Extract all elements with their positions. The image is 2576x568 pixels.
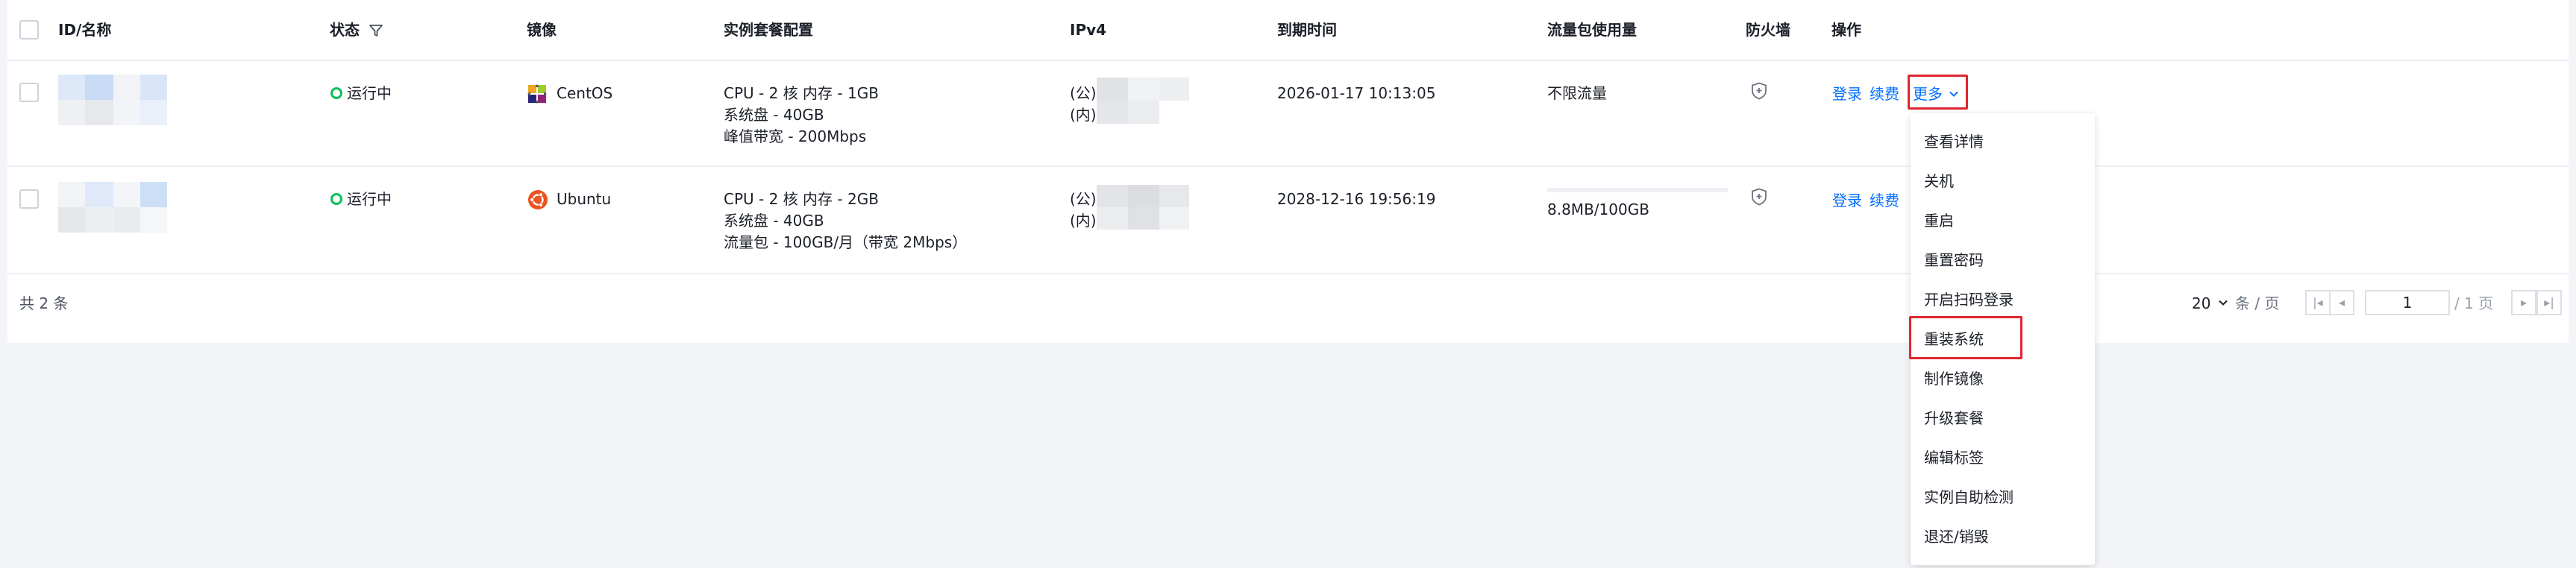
- menu-item-create-image[interactable]: 制作镜像: [1924, 369, 1984, 388]
- menu-item-edit-tags[interactable]: 编辑标签: [1924, 448, 1984, 467]
- config-line-2: 系统盘 - 40GB: [724, 212, 824, 230]
- prev-page-icon[interactable]: ◂: [2329, 290, 2354, 315]
- ip-address-redacted: [1097, 185, 1189, 230]
- menu-item-enable-qr-login[interactable]: 开启扫码登录: [1924, 290, 2014, 309]
- per-page-unit: 条 / 页: [2235, 294, 2280, 312]
- running-status-icon: [330, 193, 342, 205]
- traffic-progress-bar: [1547, 188, 1728, 192]
- ip-private-label: (内): [1070, 106, 1097, 124]
- header-ipv4: IPv4: [1070, 21, 1107, 39]
- header-actions: 操作: [1831, 21, 1861, 39]
- menu-item-self-check[interactable]: 实例自助检测: [1924, 487, 2014, 507]
- traffic-usage: 8.8MB/100GB: [1547, 201, 1649, 218]
- running-status-icon: [330, 87, 342, 99]
- expire-time: 2026-01-17 10:13:05: [1277, 84, 1436, 102]
- more-button-highlight: [1908, 75, 1968, 110]
- ip-address-redacted: [1097, 78, 1189, 124]
- header-expire: 到期时间: [1277, 21, 1337, 39]
- reinstall-highlight: [1909, 316, 2022, 359]
- config-line-1: CPU - 2 核 内存 - 2GB: [724, 190, 879, 208]
- menu-item-upgrade-plan[interactable]: 升级套餐: [1924, 408, 1984, 428]
- header-divider: [7, 60, 2569, 61]
- page-size-select[interactable]: 20: [2192, 294, 2210, 313]
- instance-table-panel: ID/名称 状态 镜像 实例套餐配置 IPv4 到期时间 流量包使用量 防火墙 …: [7, 0, 2569, 343]
- first-page-icon[interactable]: |◂: [2305, 290, 2331, 315]
- config-line-1: CPU - 2 核 内存 - 1GB: [724, 84, 879, 102]
- header-config: 实例套餐配置: [724, 21, 813, 39]
- header-firewall: 防火墙: [1746, 21, 1790, 39]
- config-line-2: 系统盘 - 40GB: [724, 106, 824, 124]
- menu-item-shutdown[interactable]: 关机: [1924, 171, 1954, 191]
- login-link[interactable]: 登录: [1832, 191, 1862, 210]
- renew-link[interactable]: 续费: [1870, 191, 1899, 210]
- last-page-icon[interactable]: ▸|: [2536, 290, 2562, 315]
- next-page-icon[interactable]: ▸: [2511, 290, 2536, 315]
- page-number-input[interactable]: 1: [2365, 290, 2450, 315]
- ip-private-label: (内): [1070, 212, 1097, 230]
- menu-item-reset-password[interactable]: 重置密码: [1924, 250, 1984, 270]
- chevron-down-icon[interactable]: [2217, 297, 2229, 309]
- menu-item-return-destroy[interactable]: 退还/销毁: [1924, 527, 1989, 546]
- shield-icon[interactable]: [1751, 82, 1767, 100]
- header-id-name: ID/名称: [58, 21, 112, 39]
- config-line-3: 流量包 - 100GB/月（带宽 2Mbps）: [724, 233, 968, 251]
- header-image: 镜像: [527, 21, 557, 39]
- row-divider: [7, 165, 2569, 167]
- image-name: CentOS: [557, 84, 613, 102]
- ubuntu-logo-icon: [528, 190, 548, 209]
- config-line-3: 峰值带宽 - 200Mbps: [724, 127, 867, 145]
- image-name: Ubuntu: [557, 190, 612, 208]
- traffic-usage: 不限流量: [1547, 84, 1607, 102]
- centos-logo-icon: [527, 84, 547, 104]
- total-count: 共 2 条: [19, 294, 69, 312]
- ip-public-label: (公): [1070, 84, 1097, 102]
- header-traffic: 流量包使用量: [1547, 21, 1637, 39]
- login-link[interactable]: 登录: [1832, 84, 1862, 104]
- menu-item-restart[interactable]: 重启: [1924, 211, 1954, 230]
- expire-time: 2028-12-16 19:56:19: [1277, 190, 1436, 208]
- instance-id-redacted: [58, 75, 167, 125]
- filter-icon[interactable]: [369, 23, 383, 38]
- header-status: 状态: [330, 21, 360, 39]
- row-checkbox[interactable]: [19, 83, 39, 102]
- instance-id-redacted: [58, 182, 167, 233]
- row-divider: [7, 273, 2569, 274]
- total-pages: / 1 页: [2454, 294, 2494, 312]
- shield-icon[interactable]: [1751, 188, 1767, 206]
- select-all-checkbox[interactable]: [19, 20, 39, 40]
- ip-public-label: (公): [1070, 190, 1097, 208]
- renew-link[interactable]: 续费: [1870, 84, 1899, 104]
- row-checkbox[interactable]: [19, 189, 39, 209]
- status-text: 运行中: [347, 84, 392, 102]
- status-text: 运行中: [347, 190, 392, 208]
- menu-item-view-details[interactable]: 查看详情: [1924, 132, 1984, 151]
